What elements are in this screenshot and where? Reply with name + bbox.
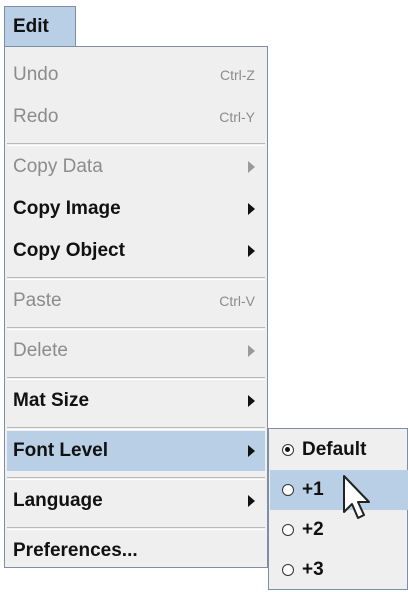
menu-separator [7, 143, 265, 146]
menu-item-delete[interactable]: Delete [7, 331, 265, 371]
menu-separator [7, 427, 265, 430]
menu-item-shortcut: Ctrl-Z [220, 67, 255, 83]
menu-item-shortcut: Ctrl-V [219, 293, 255, 309]
menu-item-mat-size[interactable]: Mat Size [7, 381, 265, 421]
font-level-submenu: Default +1 +2 +3 [268, 428, 408, 590]
submenu-arrow-icon [248, 395, 255, 407]
radio-unchecked-icon [282, 484, 294, 496]
font-level-plus-1[interactable]: +1 [270, 470, 408, 510]
menu-item-label: Mat Size [13, 390, 90, 411]
menu-item-label: Delete [13, 340, 68, 361]
font-level-plus-3[interactable]: +3 [270, 550, 408, 590]
radio-unchecked-icon [282, 564, 294, 576]
menu-item-shortcut: Ctrl-Y [219, 109, 255, 125]
subitem-label: +3 [302, 559, 324, 580]
menu-item-copy-data[interactable]: Copy Data [7, 147, 265, 187]
menu-item-label: Undo [13, 64, 59, 85]
menu-separator [7, 377, 265, 380]
menu-item-redo[interactable]: Redo Ctrl-Y [7, 97, 265, 137]
menu-item-label: Paste [13, 290, 62, 311]
radio-checked-icon [282, 444, 294, 456]
menu-item-paste[interactable]: Paste Ctrl-V [7, 281, 265, 321]
menu-item-label: Font Level [13, 440, 109, 461]
menu-item-copy-object[interactable]: Copy Object [7, 231, 265, 271]
menu-separator [7, 327, 265, 330]
menu-item-undo[interactable]: Undo Ctrl-Z [7, 55, 265, 95]
menu-separator [7, 477, 265, 480]
menu-separator [7, 277, 265, 280]
mouse-pointer-icon [343, 475, 370, 519]
menu-item-label: Copy Object [13, 240, 125, 261]
subitem-label: Default [302, 439, 367, 460]
menu-item-language[interactable]: Language [7, 481, 265, 521]
menu-item-label: Copy Data [13, 156, 103, 177]
submenu-arrow-icon [248, 445, 255, 457]
subitem-label: +2 [302, 519, 324, 540]
menu-item-label: Copy Image [13, 198, 121, 219]
submenu-arrow-icon [248, 245, 255, 257]
menu-item-label: Language [13, 490, 103, 511]
menu-item-copy-image[interactable]: Copy Image [7, 189, 265, 229]
submenu-arrow-icon [248, 495, 255, 507]
menu-item-preferences[interactable]: Preferences... [7, 531, 265, 571]
radio-unchecked-icon [282, 524, 294, 536]
menu-item-label: Preferences... [13, 540, 138, 561]
edit-menu-title[interactable]: Edit [4, 6, 76, 46]
edit-menu: Undo Ctrl-Z Redo Ctrl-Y Copy Data Copy I… [4, 46, 268, 568]
submenu-arrow-icon [248, 345, 255, 357]
font-level-plus-2[interactable]: +2 [270, 510, 408, 550]
subitem-label: +1 [302, 479, 324, 500]
menu-item-label: Redo [13, 106, 59, 127]
edit-menu-label: Edit [13, 15, 49, 37]
font-level-default[interactable]: Default [270, 430, 408, 470]
submenu-arrow-icon [248, 161, 255, 173]
menu-separator [7, 527, 265, 530]
menu-item-font-level[interactable]: Font Level [7, 431, 265, 471]
submenu-arrow-icon [248, 203, 255, 215]
